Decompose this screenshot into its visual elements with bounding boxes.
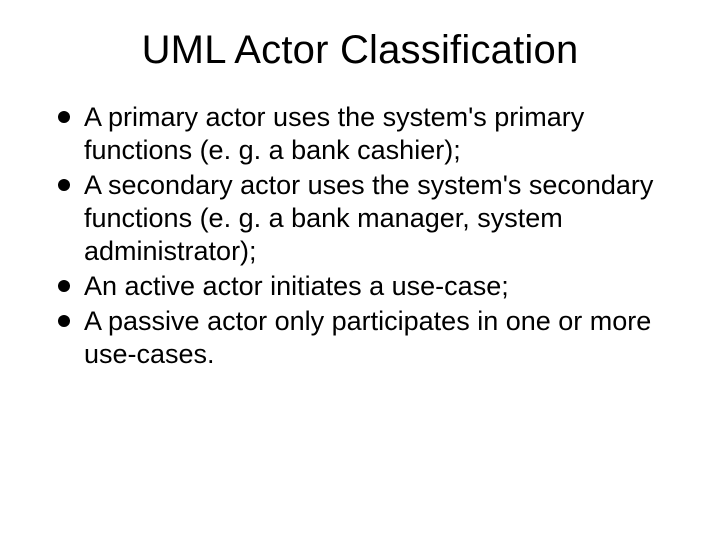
list-item: A secondary actor uses the system's seco… bbox=[58, 169, 670, 268]
slide: UML Actor Classification A primary actor… bbox=[0, 0, 720, 540]
slide-title: UML Actor Classification bbox=[50, 28, 670, 73]
bullet-list: A primary actor uses the system's primar… bbox=[50, 101, 670, 371]
list-item-text: A secondary actor uses the system's seco… bbox=[84, 170, 653, 266]
list-item-text: A passive actor only participates in one… bbox=[84, 306, 651, 369]
list-item: A passive actor only participates in one… bbox=[58, 305, 670, 371]
bullet-icon bbox=[58, 280, 70, 292]
list-item-text: An active actor initiates a use-case; bbox=[84, 271, 509, 301]
bullet-icon bbox=[58, 179, 70, 191]
list-item: An active actor initiates a use-case; bbox=[58, 270, 670, 303]
bullet-icon bbox=[58, 111, 70, 123]
list-item-text: A primary actor uses the system's primar… bbox=[84, 102, 584, 165]
list-item: A primary actor uses the system's primar… bbox=[58, 101, 670, 167]
bullet-icon bbox=[58, 315, 70, 327]
